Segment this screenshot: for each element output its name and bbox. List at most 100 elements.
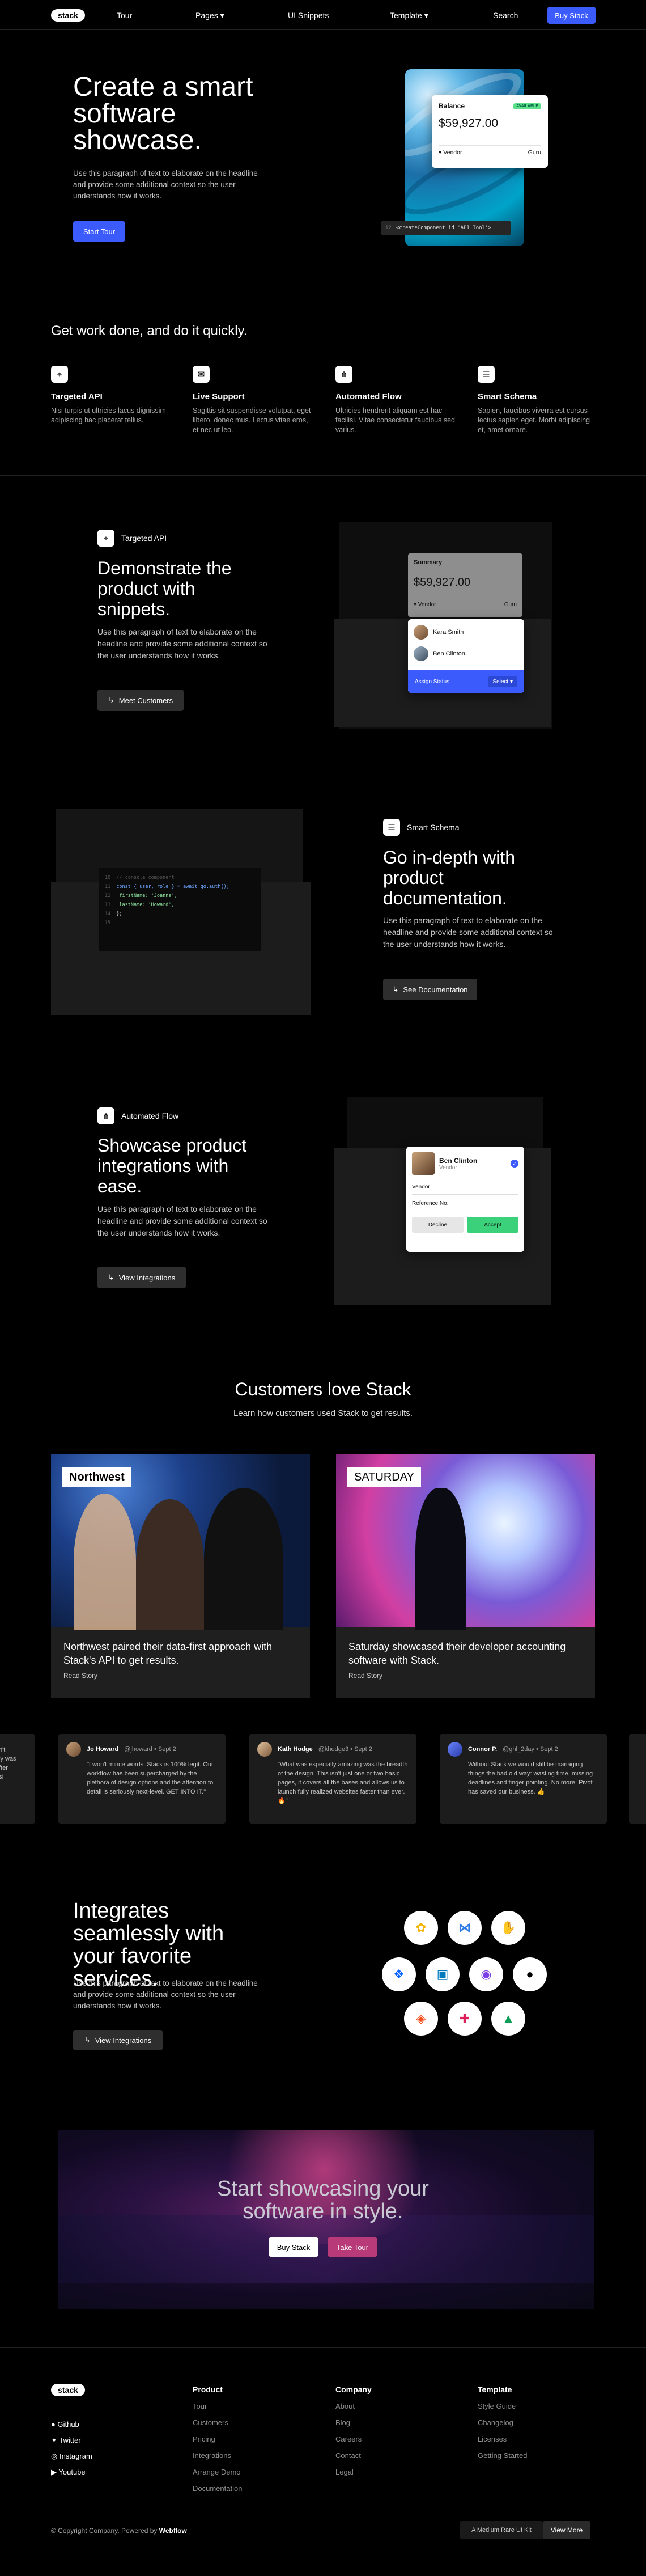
google-photos-icon[interactable]: ✿: [404, 1911, 438, 1945]
logo[interactable]: stack: [51, 9, 85, 22]
start-tour-button[interactable]: Start Tour: [73, 221, 125, 242]
nav-search[interactable]: Search: [493, 11, 518, 20]
social-github[interactable]: ● Github: [51, 2417, 92, 2433]
slack-icon[interactable]: ✚: [448, 2002, 482, 2036]
buy-stack-button[interactable]: Buy Stack: [547, 7, 596, 24]
nav-template[interactable]: Template ▾: [390, 11, 428, 20]
testimonial-card: Jo Howard @jhoward • Sept 2 "I won't minc…: [58, 1734, 226, 1824]
footer-link[interactable]: About: [335, 2402, 372, 2410]
arrow-icon: ↳: [108, 696, 114, 704]
trello-icon[interactable]: ▣: [426, 1957, 460, 1991]
integrations-description: Use this paragraph of text to elaborate …: [73, 1979, 258, 2010]
avatar: [414, 625, 428, 640]
take-tour-button[interactable]: Take Tour: [328, 2237, 377, 2257]
footer-link[interactable]: Customers: [193, 2418, 242, 2427]
footer-link[interactable]: Careers: [335, 2435, 372, 2443]
select-button[interactable]: Select ▾: [488, 676, 517, 687]
schema-icon: ☰: [478, 366, 495, 383]
visual-studio-icon[interactable]: ⋈: [448, 1911, 482, 1945]
vendor-approval-card: Ben Clinton Vendor ✓ Vendor Reference No.…: [406, 1147, 524, 1252]
footer-link[interactable]: Getting Started: [478, 2451, 527, 2460]
footer-link[interactable]: Integrations: [193, 2451, 242, 2460]
people-dropdown: Kara Smith Ben Clinton Assign Status Sel…: [408, 619, 524, 693]
arrow-icon: ↳: [108, 1273, 114, 1281]
figma-icon[interactable]: ◈: [404, 2002, 438, 2036]
footer-logo[interactable]: stack: [51, 2384, 85, 2396]
read-story-link[interactable]: Read Story: [51, 1667, 310, 1684]
footer-link[interactable]: Blog: [335, 2418, 372, 2427]
section-title: Demonstrate the product with snippets.: [97, 558, 232, 619]
balance-card: Balance AVAILABLE $59,927.00 ▾ Vendor Gu…: [432, 95, 548, 168]
see-documentation-button[interactable]: ↳ See Documentation: [383, 979, 477, 1000]
decline-button[interactable]: Decline: [412, 1217, 464, 1233]
feature-live-support: ✉ Live Support Sagittis sit suspendisse v…: [193, 366, 314, 435]
flow-icon: ⋔: [335, 366, 352, 383]
footer-link[interactable]: Changelog: [478, 2418, 527, 2427]
footer-link[interactable]: Licenses: [478, 2435, 527, 2443]
vendor-name: Guru: [528, 149, 541, 156]
check-icon: ✓: [511, 1160, 518, 1168]
integration-panel: [347, 1097, 543, 1148]
section-description: Use this paragraph of text to elaborate …: [97, 627, 267, 660]
social-instagram[interactable]: ◎ Instagram: [51, 2448, 92, 2464]
nav-pages[interactable]: Pages ▾: [196, 11, 224, 20]
footer-link[interactable]: Style Guide: [478, 2402, 527, 2410]
chevron-down-icon: ▾: [220, 11, 224, 20]
hero-description: Use this paragraph of text to elaborate …: [73, 169, 258, 200]
view-integrations-button[interactable]: ↳ View Integrations: [73, 2030, 163, 2050]
pixelmator-icon[interactable]: ◉: [469, 1957, 503, 1991]
chat-icon: ✉: [193, 366, 210, 383]
feature-automated-flow: ⋔ Automated Flow Ultricies hendrerit aliq…: [335, 366, 457, 435]
dropbox-icon[interactable]: ❖: [382, 1957, 416, 1991]
view-more-button[interactable]: View More: [543, 2521, 590, 2539]
hand-icon[interactable]: ✋: [491, 1911, 525, 1945]
api-icon: ⌖: [51, 366, 68, 383]
social-twitter[interactable]: ✦ Twitter: [51, 2433, 92, 2448]
avatar: [66, 1742, 81, 1757]
saturday-logo: SATURDAY: [347, 1467, 421, 1487]
nav-ui-snippets[interactable]: UI Snippets: [288, 11, 329, 20]
testimonial-card: Kath Hodge @khodge3 • Sept 2 "What was es…: [249, 1734, 416, 1824]
webflow-link[interactable]: Webflow: [159, 2527, 187, 2535]
github-icon[interactable]: ●: [513, 1957, 547, 1991]
customer-photo: SATURDAY: [336, 1454, 595, 1630]
footer-link[interactable]: Arrange Demo: [193, 2468, 242, 2476]
assign-status-bar[interactable]: Assign Status Select ▾: [408, 670, 524, 693]
avatar: [448, 1742, 462, 1757]
meet-customers-button[interactable]: ↳ Meet Customers: [97, 690, 184, 711]
list-item[interactable]: Ben Clinton: [408, 643, 524, 665]
copyright: © Copyright Company. Powered by Webflow: [51, 2527, 187, 2535]
feature-smart-schema: ☰ Smart Schema Sapien, faucibus viverra e…: [478, 366, 600, 435]
reference-label: Reference No.: [412, 1200, 449, 1207]
twitter-icon: ✦: [51, 2436, 57, 2444]
social-youtube[interactable]: ▶ Youtube: [51, 2464, 92, 2480]
schema-icon: ☰: [383, 819, 400, 836]
footer-link[interactable]: Tour: [193, 2402, 242, 2410]
customer-card-saturday[interactable]: SATURDAY Saturday showcased their develo…: [336, 1454, 595, 1698]
list-item[interactable]: Kara Smith: [408, 619, 524, 643]
avatar: [257, 1742, 272, 1757]
footer-link[interactable]: Contact: [335, 2451, 372, 2460]
balance-amount: $59,927.00: [439, 117, 499, 130]
footer-template-column: Template Style Guide Changelog Licenses …: [478, 2385, 528, 2460]
buy-stack-button[interactable]: Buy Stack: [269, 2237, 318, 2257]
vendor-field[interactable]: [412, 1190, 518, 1195]
section-tag: ⋔ Automated Flow: [97, 1107, 178, 1124]
customer-card-northwest[interactable]: Northwest Northwest paired their data-fi…: [51, 1454, 310, 1698]
footer-link[interactable]: Legal: [335, 2468, 372, 2476]
arrow-icon: ↳: [84, 2036, 91, 2044]
flow-icon: ⋔: [97, 1107, 114, 1124]
footer-link[interactable]: Documentation: [193, 2484, 242, 2493]
section-description: Use this paragraph of text to elaborate …: [97, 1204, 267, 1237]
vendor-select[interactable]: ▾ Vendor: [439, 149, 462, 156]
footer-link[interactable]: Pricing: [193, 2435, 242, 2443]
google-drive-icon[interactable]: ▲: [491, 2002, 525, 2036]
reference-field[interactable]: [412, 1207, 518, 1211]
balance-label: Balance: [439, 102, 465, 110]
view-integrations-button[interactable]: ↳ View Integrations: [97, 1267, 186, 1288]
accept-button[interactable]: Accept: [467, 1217, 518, 1233]
social-links: ● Github ✦ Twitter ◎ Instagram ▶ Youtube: [51, 2417, 92, 2480]
nav-tour[interactable]: Tour: [117, 11, 132, 20]
feature-targeted-api: ⌖ Targeted API Nisi turpis ut ultricies l…: [51, 366, 173, 425]
read-story-link[interactable]: Read Story: [336, 1667, 595, 1684]
